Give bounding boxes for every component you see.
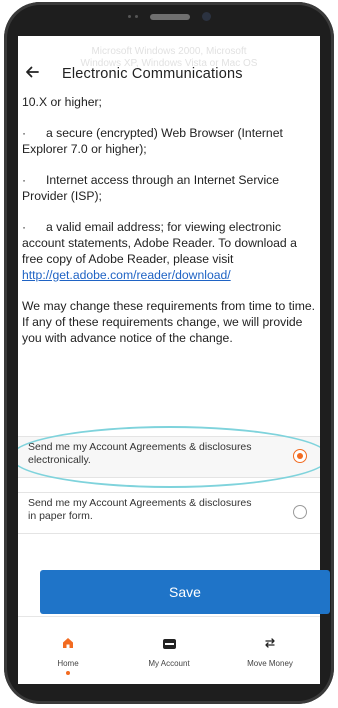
requirement-browser-text: a secure (encrypted) Web Browser (Intern…	[22, 126, 283, 156]
page-title: Electronic Communications	[62, 66, 243, 82]
tab-home[interactable]: Home	[18, 637, 118, 675]
phone-notch	[122, 10, 218, 24]
home-icon	[18, 637, 118, 651]
tab-my-account[interactable]: My Account	[119, 637, 219, 668]
option-paper[interactable]: Send me my Account Agreements & disclosu…	[18, 492, 320, 534]
requirement-line: 10.X or higher;	[22, 95, 102, 109]
option-electronic[interactable]: Send me my Account Agreements & disclosu…	[18, 436, 320, 478]
requirement-browser: · a secure (encrypted) Web Browser (Inter…	[22, 125, 316, 157]
requirement-internet-text: Internet access through an Internet Serv…	[22, 173, 280, 203]
card-icon	[119, 637, 219, 651]
tab-home-label: Home	[57, 659, 79, 668]
tab-move-money[interactable]: Move Money	[220, 637, 320, 668]
save-button[interactable]: Save	[40, 570, 330, 614]
bullet: ·	[22, 126, 27, 140]
option-electronic-label: Send me my Account Agreements & disclosu…	[28, 441, 252, 466]
tab-move-money-label: Move Money	[247, 659, 293, 668]
adobe-download-link[interactable]: http://get.adobe.com/reader/download/	[22, 268, 231, 282]
requirements-text: 10.X or higher; · a secure (encrypted) We…	[22, 94, 316, 361]
phone-frame: Microsoft Windows 2000, Microsoft Window…	[4, 2, 334, 704]
header: Microsoft Windows 2000, Microsoft Window…	[18, 36, 320, 88]
requirement-email: · a valid email address; for viewing elec…	[22, 219, 316, 283]
bottom-tab-bar: Home My Account Move Money	[18, 616, 320, 684]
change-notice: We may change these requirements from ti…	[22, 299, 316, 345]
transfer-icon	[220, 637, 320, 651]
active-tab-indicator	[66, 671, 70, 675]
bullet: ·	[22, 220, 27, 234]
sensor-dot	[128, 15, 131, 18]
sensor-dot	[135, 15, 138, 18]
requirement-internet: · Internet access through an Internet Ser…	[22, 172, 316, 204]
tab-my-account-label: My Account	[148, 659, 190, 668]
bullet: ·	[22, 173, 27, 187]
back-arrow-icon[interactable]	[24, 64, 40, 84]
speaker-grille	[150, 14, 190, 20]
radio-electronic[interactable]	[293, 449, 307, 463]
requirement-email-text: a valid email address; for viewing elect…	[22, 220, 297, 266]
front-camera	[202, 12, 211, 21]
radio-paper[interactable]	[293, 505, 307, 519]
option-paper-label: Send me my Account Agreements & disclosu…	[28, 497, 252, 522]
